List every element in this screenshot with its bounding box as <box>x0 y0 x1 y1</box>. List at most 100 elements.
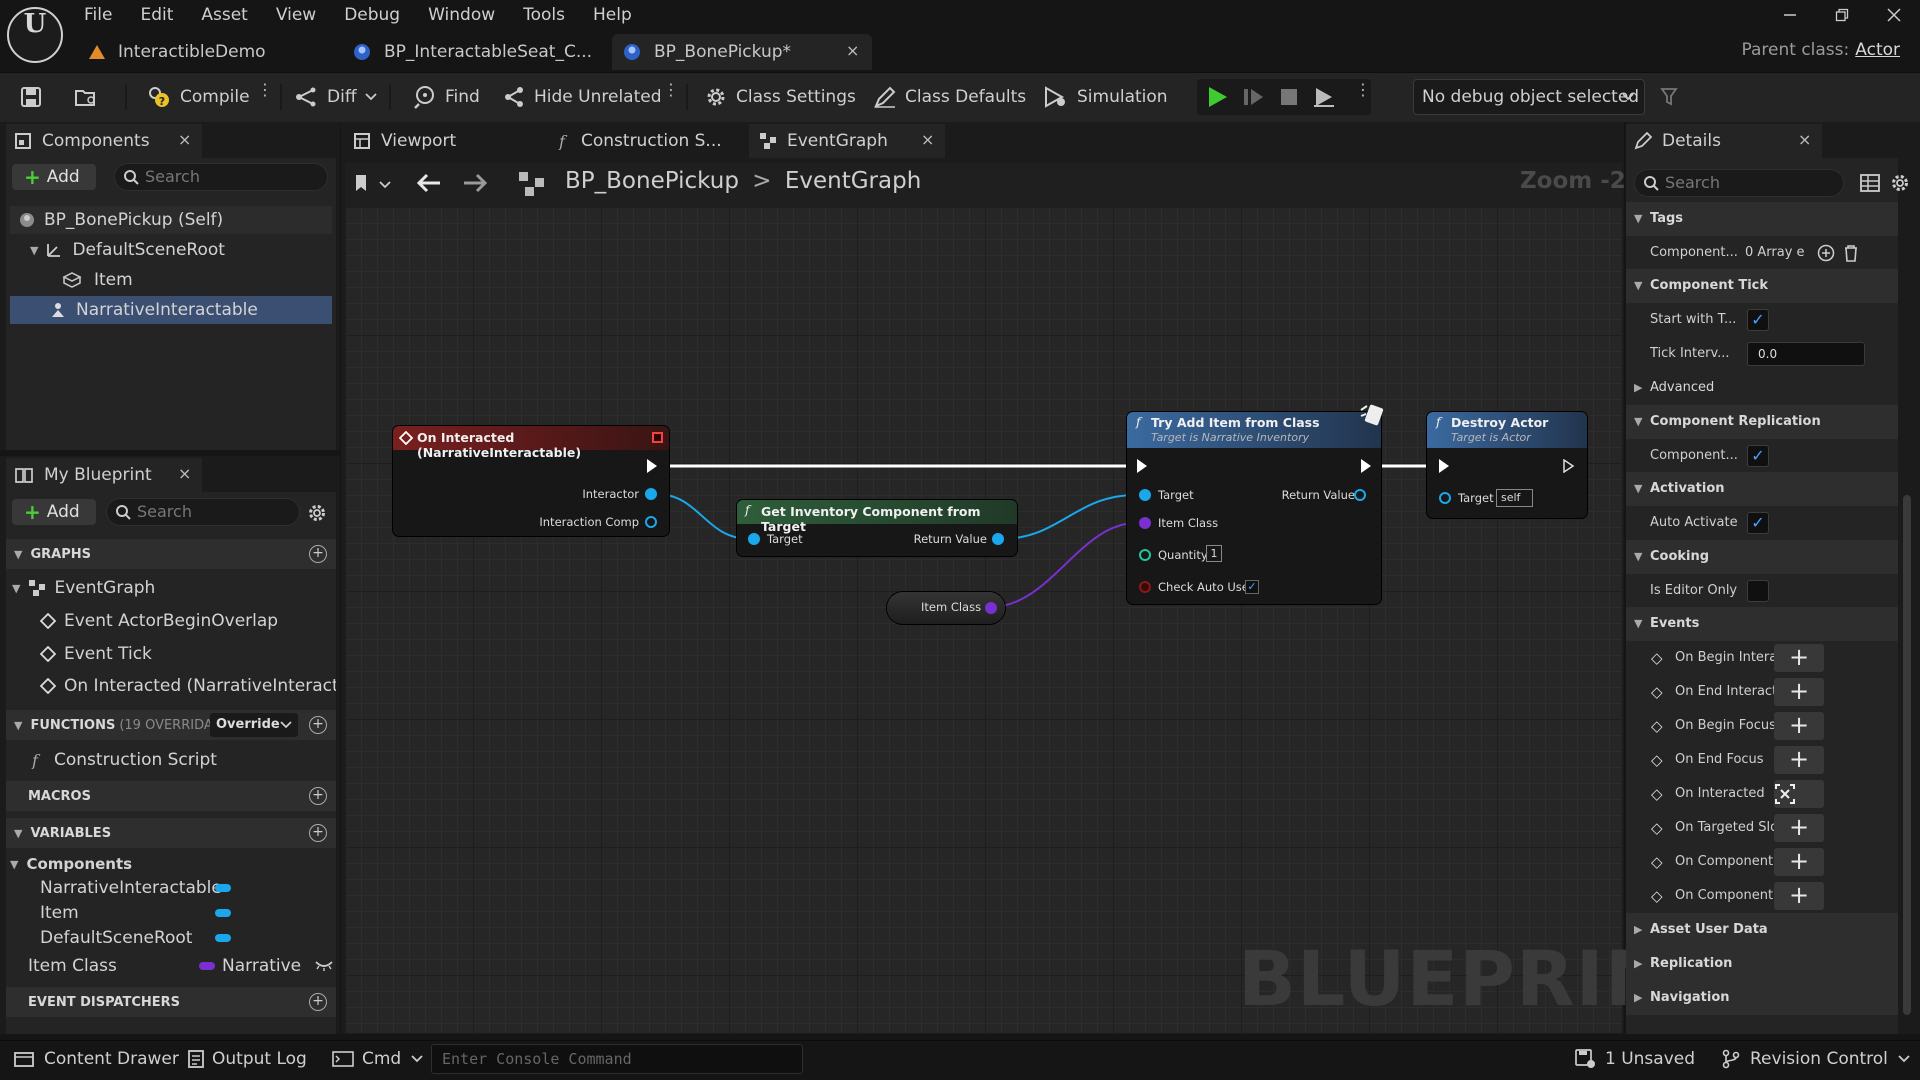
return-value-pin[interactable] <box>1354 489 1366 501</box>
is-editor-only-checkbox[interactable] <box>1747 580 1769 602</box>
unsaved-button[interactable]: 1 Unsaved <box>1575 1049 1695 1069</box>
event-row: ◇ On End Interacte <box>1626 675 1898 709</box>
details-section-component-replication[interactable]: ▼ Component Replication <box>1626 405 1898 439</box>
tick-interval-input[interactable]: 0.0 <box>1747 342 1865 366</box>
console-command-input[interactable]: Enter Console Command <box>431 1044 803 1074</box>
details-section-replication[interactable]: ▶ Replication <box>1626 947 1898 981</box>
node-destroy-actor[interactable]: f Destroy Actor Target is Actor Target s… <box>1427 412 1587 518</box>
event-row: ◇ On Component A <box>1626 845 1898 879</box>
cmd-dropdown[interactable]: Cmd <box>332 1049 423 1069</box>
revision-control-label: Revision Control <box>1750 1049 1888 1069</box>
node-get-inventory-component[interactable]: f Get Inventory Component from Target Ta… <box>737 500 1017 556</box>
auto-activate-checkbox[interactable]: ✓ <box>1747 512 1769 534</box>
node-title: Get Inventory Component from Target <box>761 504 981 534</box>
delegate-pin-icon[interactable] <box>652 432 663 443</box>
add-event-button[interactable]: + <box>1774 678 1824 706</box>
close-tab-icon[interactable]: × <box>1798 130 1811 149</box>
target-self-input[interactable]: self <box>1496 489 1533 507</box>
node-title: Destroy Actor <box>1451 415 1549 430</box>
quantity-pin[interactable] <box>1139 549 1151 561</box>
trash-icon[interactable] <box>1843 244 1859 262</box>
pin-label-interaction-comp: Interaction Comp <box>539 515 639 529</box>
property-label: Tick Interv... <box>1650 346 1730 361</box>
details-section-cooking[interactable]: ▼ Cooking <box>1626 540 1898 574</box>
add-event-button[interactable]: + <box>1774 882 1824 910</box>
details-section-advanced[interactable]: ▶ Advanced <box>1626 371 1898 405</box>
revision-control-button[interactable]: Revision Control <box>1722 1049 1910 1069</box>
output-log-icon <box>188 1050 204 1068</box>
content-drawer-button[interactable]: Content Drawer <box>14 1049 179 1069</box>
function-icon: f <box>1136 414 1141 429</box>
event-label: On Begin Focus <box>1675 718 1776 733</box>
details-tab[interactable]: Details × <box>1626 124 1822 158</box>
event-row: ◇ On Targeted Slot <box>1626 811 1898 845</box>
interaction-comp-pin[interactable] <box>645 516 657 528</box>
exec-output-pin[interactable] <box>1563 459 1575 473</box>
event-diamond-icon: ◇ <box>1651 853 1663 871</box>
add-element-icon[interactable] <box>1817 244 1835 262</box>
add-event-button[interactable]: + <box>1774 644 1824 672</box>
event-diamond-icon: ◇ <box>1651 887 1663 905</box>
go-to-event-button[interactable] <box>1774 780 1824 808</box>
pin-label-quantity: Quantity <box>1158 548 1208 562</box>
details-search-input[interactable]: Search <box>1634 169 1844 197</box>
component-replicates-checkbox[interactable]: ✓ <box>1747 445 1769 467</box>
event-label: On End Interacte <box>1675 684 1786 699</box>
collapse-arrow-icon: ▼ <box>1634 550 1643 563</box>
expand-arrow-icon: ▶ <box>1634 991 1643 1004</box>
details-scrollbar[interactable] <box>1903 495 1911 1015</box>
node-try-add-item[interactable]: f Try Add Item from Class Target is Narr… <box>1127 404 1384 604</box>
details-section-events[interactable]: ▼ Events <box>1626 607 1898 641</box>
section-title: Events <box>1650 616 1700 631</box>
exec-input-pin[interactable] <box>1137 459 1147 473</box>
expand-arrow-icon: ▶ <box>1634 923 1643 936</box>
event-label: On End Focus <box>1675 752 1764 767</box>
event-label: On Component D <box>1675 888 1788 903</box>
quantity-input[interactable]: 1 <box>1206 545 1222 562</box>
array-count: 0 Array e <box>1745 245 1805 260</box>
check-auto-use-checkbox[interactable]: ✓ <box>1245 580 1259 594</box>
chevron-down-icon <box>1898 1055 1910 1063</box>
target-pin[interactable] <box>748 533 760 545</box>
output-log-button[interactable]: Output Log <box>188 1049 307 1069</box>
start-with-tick-row: Start with T... ✓ <box>1626 303 1898 337</box>
node-on-interacted[interactable]: On Interacted (NarrativeInteractable) In… <box>393 426 669 536</box>
exec-output-pin[interactable] <box>647 459 657 473</box>
collapse-arrow-icon: ▼ <box>1634 279 1643 292</box>
add-event-button[interactable]: + <box>1774 712 1824 740</box>
return-value-pin[interactable] <box>992 533 1004 545</box>
add-event-button[interactable]: + <box>1774 814 1824 842</box>
settings-gear-icon[interactable] <box>1890 173 1910 193</box>
event-diamond-icon: ◇ <box>1651 717 1663 735</box>
node-title: On Interacted (NarrativeInteractable) <box>417 430 582 460</box>
exec-output-pin[interactable] <box>1361 459 1371 473</box>
item-class-output-pin[interactable] <box>985 602 997 614</box>
collapse-arrow-icon: ▼ <box>1634 617 1643 630</box>
section-title: Advanced <box>1650 380 1715 395</box>
details-section-component-tick[interactable]: ▼ Component Tick <box>1626 269 1898 303</box>
goto-event-icon <box>1775 784 1795 804</box>
exec-input-pin[interactable] <box>1439 459 1449 473</box>
section-title: Tags <box>1650 211 1684 226</box>
event-row: ◇ On End Focus <box>1626 743 1898 777</box>
interactor-pin[interactable] <box>645 488 657 500</box>
section-title: Asset User Data <box>1650 922 1768 937</box>
section-title: Cooking <box>1650 549 1710 564</box>
node-subtitle: Target is Narrative Inventory <box>1151 431 1310 444</box>
add-event-button[interactable]: + <box>1774 848 1824 876</box>
node-item-class-getter[interactable]: Item Class <box>887 592 1005 624</box>
target-pin[interactable] <box>1139 489 1151 501</box>
target-pin[interactable] <box>1439 492 1451 504</box>
details-section-tags[interactable]: ▼ Tags <box>1626 202 1898 236</box>
check-auto-use-pin[interactable] <box>1139 581 1151 593</box>
revision-control-icon <box>1722 1049 1740 1069</box>
interactor-wire <box>655 493 751 540</box>
pin-label-return-value: Return Value <box>913 532 987 546</box>
table-view-icon[interactable] <box>1860 173 1880 193</box>
start-with-tick-checkbox[interactable]: ✓ <box>1747 309 1769 331</box>
add-event-button[interactable]: + <box>1774 746 1824 774</box>
details-section-asset-user-data[interactable]: ▶ Asset User Data <box>1626 913 1898 947</box>
item-class-pin[interactable] <box>1139 517 1151 529</box>
details-section-navigation[interactable]: ▶ Navigation <box>1626 981 1898 1015</box>
details-section-activation[interactable]: ▼ Activation <box>1626 472 1898 506</box>
